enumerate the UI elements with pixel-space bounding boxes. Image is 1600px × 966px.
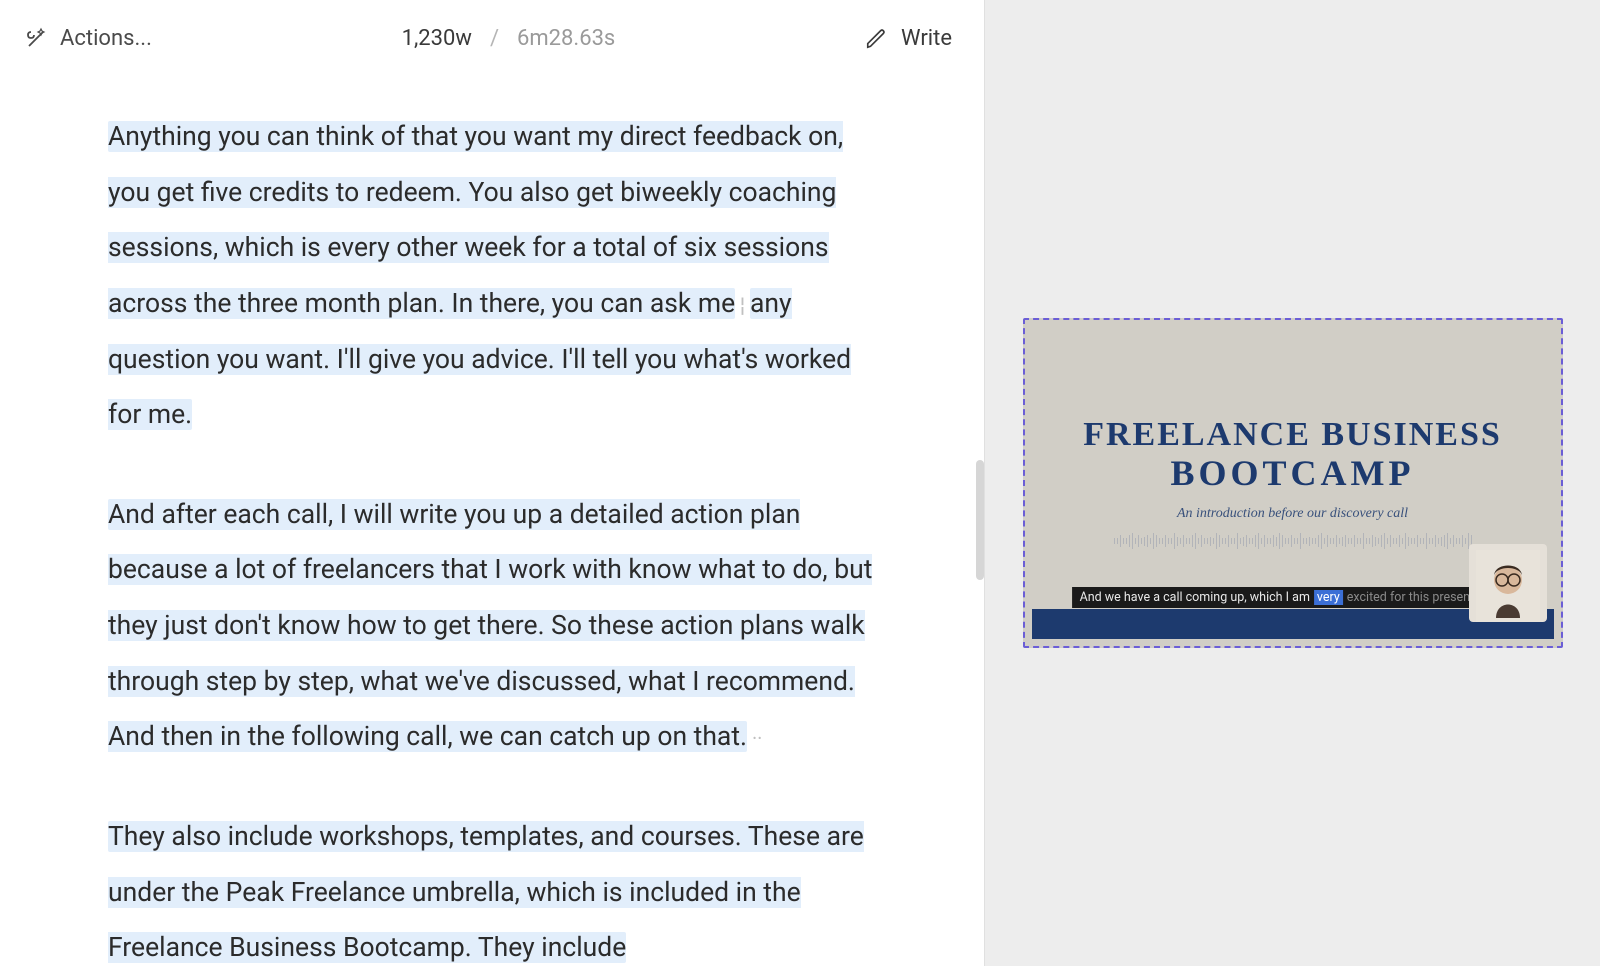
caption-highlight: very — [1314, 590, 1343, 605]
transcript-paragraph[interactable]: Anything you can think of that you want … — [108, 109, 876, 443]
slide-title-line1: FREELANCE BUSINESS — [1083, 416, 1502, 454]
video-preview[interactable]: FREELANCE BUSINESS BOOTCAMP An introduct… — [1023, 318, 1563, 648]
editor-pane: Actions... 1,230w / 6m28.63s Write Anyth… — [0, 0, 984, 966]
transcript-paragraph[interactable]: They also include workshops, templates, … — [108, 809, 876, 966]
actions-icon — [24, 27, 48, 51]
actions-button[interactable]: Actions... — [24, 26, 152, 51]
slide-title: FREELANCE BUSINESS BOOTCAMP — [1083, 416, 1502, 494]
toolbar: Actions... 1,230w / 6m28.63s Write — [0, 0, 984, 69]
stats-display: 1,230w / 6m28.63s — [402, 26, 616, 51]
preview-pane: FREELANCE BUSINESS BOOTCAMP An introduct… — [984, 0, 1600, 966]
scrollbar-thumb[interactable] — [976, 460, 984, 580]
transcript-area[interactable]: Anything you can think of that you want … — [0, 69, 984, 966]
write-button[interactable]: Write — [865, 26, 952, 51]
actions-label: Actions... — [60, 26, 152, 51]
stats-separator: / — [490, 26, 499, 51]
transcript-paragraph[interactable]: And after each call, I will write you up… — [108, 487, 876, 765]
slide-title-line2: BOOTCAMP — [1083, 452, 1502, 494]
word-count: 1,230w — [402, 26, 472, 51]
write-label: Write — [901, 26, 952, 51]
time-count: 6m28.63s — [517, 26, 615, 51]
slide-subtitle: An introduction before our discovery cal… — [1177, 506, 1408, 522]
presenter-thumbnail — [1469, 544, 1547, 622]
pencil-icon — [865, 28, 887, 50]
video-caption: And we have a call coming up, which I am… — [1072, 587, 1514, 608]
waveform-icon — [1093, 532, 1493, 550]
caption-before: And we have a call coming up, which I am — [1080, 590, 1310, 605]
